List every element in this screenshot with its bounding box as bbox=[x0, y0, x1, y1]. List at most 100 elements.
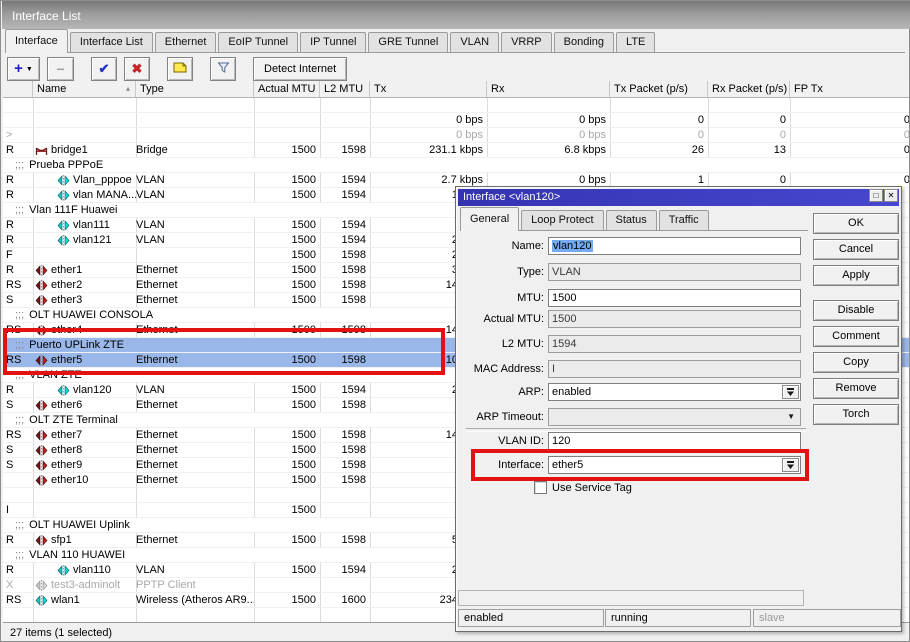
field-mtu[interactable]: 1500 bbox=[548, 289, 801, 307]
cell-flag: S bbox=[3, 293, 33, 308]
use-service-tag-checkbox[interactable] bbox=[534, 481, 547, 494]
interface-name: ether7 bbox=[51, 428, 82, 443]
dialog-tab-general[interactable]: General bbox=[460, 207, 519, 231]
dialog-tab-traffic[interactable]: Traffic bbox=[659, 210, 709, 230]
field-value: ether5 bbox=[552, 459, 583, 471]
cell-fp_tx: 0 bbox=[790, 113, 909, 128]
dialog-tab-status[interactable]: Status bbox=[606, 210, 657, 230]
tab-ethernet[interactable]: Ethernet bbox=[155, 32, 217, 52]
cell-l2_mtu: 1598 bbox=[320, 473, 370, 488]
cell-type: VLAN bbox=[136, 218, 254, 233]
tab-ip-tunnel[interactable]: IP Tunnel bbox=[300, 32, 366, 52]
torch-button[interactable]: Torch bbox=[813, 404, 899, 425]
field-label-arp-timeout: ARP Timeout: bbox=[464, 408, 544, 426]
column-header-rx-packet-p-s[interactable]: Rx Packet (p/s) bbox=[708, 81, 790, 97]
cancel-button[interactable]: Cancel bbox=[813, 239, 899, 260]
table-row-bridge1[interactable]: Rbridge1Bridge15001598231.1 kbps6.8 kbps… bbox=[3, 143, 909, 158]
tab-interface[interactable]: Interface bbox=[5, 29, 68, 53]
tab-interface-list[interactable]: Interface List bbox=[70, 32, 153, 52]
cell-name: vlan121 bbox=[33, 233, 136, 248]
detect-internet-button[interactable]: Detect Internet bbox=[253, 57, 347, 81]
disable-button[interactable]: ✖ bbox=[124, 57, 150, 81]
tab-vlan[interactable]: VLAN bbox=[450, 32, 499, 52]
remove-button[interactable]: − bbox=[47, 57, 74, 81]
vlan-icon bbox=[57, 235, 70, 246]
field-interface[interactable]: ether5 bbox=[548, 456, 801, 474]
tab-lte[interactable]: LTE bbox=[616, 32, 655, 52]
cell-type: PPTP Client bbox=[136, 578, 254, 593]
maximize-button[interactable]: □ bbox=[869, 189, 883, 202]
cell-actual_mtu: 1500 bbox=[254, 353, 320, 368]
column-header-type[interactable]: Type bbox=[136, 81, 254, 97]
column-header-blank[interactable] bbox=[3, 81, 33, 97]
remove-button[interactable]: Remove bbox=[813, 378, 899, 399]
column-header-actual-mtu[interactable]: Actual MTU bbox=[254, 81, 320, 97]
cell-type: VLAN bbox=[136, 563, 254, 578]
apply-button[interactable]: Apply bbox=[813, 265, 899, 286]
vlan-icon bbox=[57, 190, 70, 201]
table-row[interactable]: 0 bps0 bps000 bbox=[3, 113, 909, 128]
dialog-titlebar[interactable]: Interface <vlan120> bbox=[458, 189, 899, 206]
comment-button[interactable] bbox=[167, 57, 193, 81]
minus-icon: − bbox=[56, 61, 64, 77]
column-header-tx-packet-p-s[interactable]: Tx Packet (p/s) bbox=[610, 81, 708, 97]
cell-rx: 6.8 kbps bbox=[487, 143, 610, 158]
ethernet-icon bbox=[35, 280, 48, 291]
copy-button[interactable]: Copy bbox=[813, 352, 899, 373]
cell-name: ether3 bbox=[33, 293, 136, 308]
dialog-tab-loop-protect[interactable]: Loop Protect bbox=[521, 210, 603, 230]
column-header-tx[interactable]: Tx bbox=[370, 81, 487, 97]
cell-flag: R bbox=[3, 188, 33, 203]
field-arp[interactable]: enabled bbox=[548, 383, 801, 401]
ok-button[interactable]: OK bbox=[813, 213, 899, 234]
cell-flag: R bbox=[3, 563, 33, 578]
cell-type: Ethernet bbox=[136, 473, 254, 488]
column-header-rx[interactable]: Rx bbox=[487, 81, 610, 97]
table-row[interactable]: >0 bps0 bps000 bbox=[3, 128, 909, 143]
cell-l2_mtu: 1598 bbox=[320, 443, 370, 458]
cell-tx: 14 bbox=[370, 428, 458, 443]
cell-flag: RS bbox=[3, 353, 33, 368]
ethernet-icon bbox=[35, 355, 48, 366]
cell-l2_mtu: 1598 bbox=[320, 398, 370, 413]
cell-flag: X bbox=[3, 578, 33, 593]
comment-marker: ;;; bbox=[15, 204, 24, 216]
dropdown-button[interactable] bbox=[782, 458, 799, 472]
filter-button[interactable] bbox=[210, 57, 236, 81]
column-header-name[interactable]: Name▴ bbox=[33, 81, 136, 97]
tab-bonding[interactable]: Bonding bbox=[554, 32, 614, 52]
tab-eoip-tunnel[interactable]: EoIP Tunnel bbox=[218, 32, 298, 52]
field-actual-mtu: 1500 bbox=[548, 310, 801, 328]
column-header-fp-tx[interactable]: FP Tx bbox=[790, 81, 910, 97]
disable-button[interactable]: Disable bbox=[813, 300, 899, 321]
dropdown-button[interactable] bbox=[782, 385, 799, 399]
comment-button[interactable]: Comment bbox=[813, 326, 899, 347]
column-header-l2-mtu[interactable]: L2 MTU bbox=[320, 81, 370, 97]
interface-name: ether9 bbox=[51, 458, 82, 473]
cell-actual_mtu: 1500 bbox=[254, 218, 320, 233]
cell-type: VLAN bbox=[136, 233, 254, 248]
cell-flag: R bbox=[3, 143, 33, 158]
ethernet-icon bbox=[35, 475, 48, 486]
field-label-vlan-id: VLAN ID: bbox=[464, 432, 544, 450]
field-vlan-id[interactable]: 120 bbox=[548, 432, 801, 450]
table-row-comment-prueba-pppoe[interactable]: ;;;Prueba PPPoE bbox=[3, 158, 909, 173]
cell-actual_mtu: 1500 bbox=[254, 263, 320, 278]
field-type: VLAN bbox=[548, 263, 801, 281]
tab-gre-tunnel[interactable]: GRE Tunnel bbox=[368, 32, 448, 52]
field-name[interactable]: vlan120 bbox=[548, 237, 801, 255]
cell-type: VLAN bbox=[136, 383, 254, 398]
cell-type: Ethernet bbox=[136, 398, 254, 413]
field-label-mtu: MTU: bbox=[464, 289, 544, 307]
chevron-down-icon: ▼ bbox=[26, 66, 33, 73]
cell-actual_mtu: 1500 bbox=[254, 563, 320, 578]
close-icon[interactable]: ✕ bbox=[884, 189, 898, 202]
enable-button[interactable]: ✔ bbox=[91, 57, 117, 81]
cell-tx_p: 26 bbox=[610, 143, 708, 158]
add-button[interactable]: + ▼ bbox=[7, 57, 40, 81]
cell-name: test3-adminolt bbox=[33, 578, 136, 593]
window-titlebar[interactable]: Interface List bbox=[2, 1, 910, 29]
cell-flag: RS bbox=[3, 323, 33, 338]
cell-flag: F bbox=[3, 248, 33, 263]
tab-vrrp[interactable]: VRRP bbox=[501, 32, 552, 52]
